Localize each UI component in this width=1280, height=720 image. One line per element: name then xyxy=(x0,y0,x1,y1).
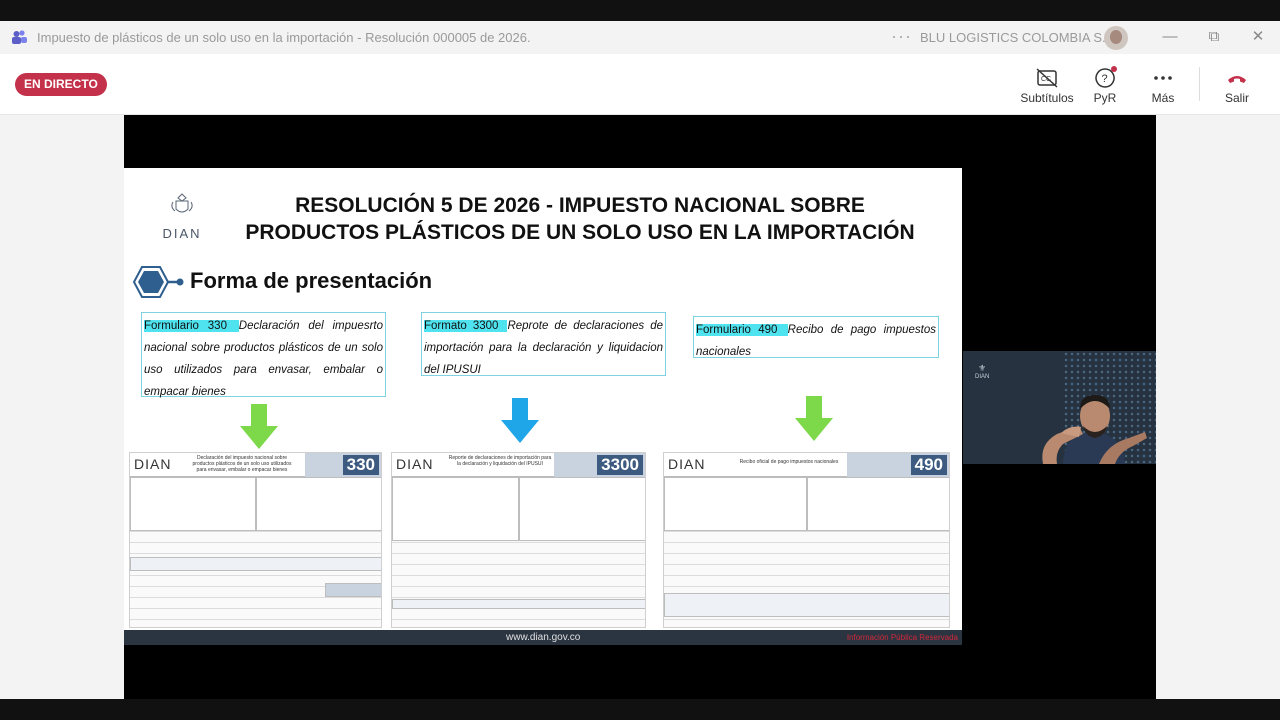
top-black-border xyxy=(0,0,1280,21)
restore-icon[interactable]: ⧉ xyxy=(1204,27,1224,47)
presentation-slide: DIAN RESOLUCIÓN 5 DE 2026 - IMPUESTO NAC… xyxy=(124,168,962,644)
meeting-toolbar: EN DIRECTO CC Subtítulos ? PyR Más Salir xyxy=(0,54,1280,115)
format-3300-title: Reporte de declaraciones de importación … xyxy=(448,455,552,467)
close-icon[interactable]: ✕ xyxy=(1248,27,1268,47)
format-3300-image: DIAN Reporte de declaraciones de importa… xyxy=(391,452,646,628)
bottom-black-border xyxy=(0,699,1280,720)
toolbar-divider xyxy=(1199,67,1200,101)
form-490-description: Formulario 490 Recibo de pago impuestos … xyxy=(693,316,939,358)
form-330-code: Formulario 330 xyxy=(144,320,239,332)
presenter-video: ⚜ DIAN xyxy=(963,351,1156,464)
teams-icon xyxy=(12,30,27,44)
organization-name: BLU LOGISTICS COLOMBIA S.A.S xyxy=(920,30,1127,45)
more-icon xyxy=(1154,76,1172,80)
more-button[interactable]: Más xyxy=(1148,65,1178,105)
arrow-down-icon xyxy=(501,398,539,443)
format-3300-description: Formato 3300 Reprote de declaraciones de… xyxy=(421,312,666,376)
svg-text:?: ? xyxy=(1102,73,1108,85)
more-label: Más xyxy=(1151,91,1175,105)
format-3300-number: 3300 xyxy=(597,455,643,475)
footer-classification: Información Pública Reservada xyxy=(846,633,958,642)
captions-off-icon: CC xyxy=(1036,68,1058,88)
coat-of-arms-icon xyxy=(171,193,193,213)
arrow-down-icon xyxy=(240,404,278,449)
leave-button[interactable]: Salir xyxy=(1222,65,1252,105)
camera-logo: ⚜ DIAN xyxy=(975,363,990,380)
form-330-title: Declaración del impuesto nacional sobre … xyxy=(192,455,292,473)
qa-button[interactable]: ? PyR xyxy=(1090,65,1120,105)
live-badge: EN DIRECTO xyxy=(15,73,107,96)
footer-url: www.dian.gov.co xyxy=(506,632,581,643)
form-490-title: Recibo oficial de pago impuestos naciona… xyxy=(739,459,839,465)
dian-logo: DIAN xyxy=(154,192,210,241)
dian-logo-text: DIAN xyxy=(162,226,202,241)
format-3300-code: Formato 3300 xyxy=(424,320,508,332)
window-title: Impuesto de plásticos de un solo uso en … xyxy=(37,30,531,45)
avatar[interactable] xyxy=(1104,26,1128,50)
qa-label: PyR xyxy=(1093,91,1117,105)
slide-title-line2: PRODUCTOS PLÁSTICOS DE UN SOLO USO EN LA… xyxy=(245,221,915,244)
qa-icon: ? xyxy=(1095,66,1117,88)
form-490-number: 490 xyxy=(910,455,947,475)
leave-label: Salir xyxy=(1224,91,1249,105)
form-330-dian: DIAN xyxy=(134,456,172,472)
more-options-icon[interactable]: ··· xyxy=(891,26,912,47)
captions-button[interactable]: CC Subtítulos xyxy=(1020,65,1074,105)
form-330-description: Formulario 330 Declaración del impuesrto… xyxy=(141,312,386,398)
slide-footer: www.dian.gov.co Información Pública Rese… xyxy=(124,630,962,645)
minimize-icon[interactable]: — xyxy=(1160,27,1180,47)
arrow-down-icon xyxy=(795,396,833,441)
slide-title: RESOLUCIÓN 5 DE 2026 - IMPUESTO NACIONAL… xyxy=(244,192,916,246)
form-490-dian: DIAN xyxy=(668,456,706,472)
slide-title-line1: RESOLUCIÓN 5 DE 2026 - IMPUESTO NACIONAL… xyxy=(295,194,865,217)
presenter-figure xyxy=(1042,395,1147,464)
form-330-image: DIAN Declaración del impuesto nacional s… xyxy=(129,452,382,628)
form-490-code: Formulario 490 xyxy=(696,324,788,336)
window-titlebar: Impuesto de plásticos de un solo uso en … xyxy=(0,21,1280,54)
section-heading: Forma de presentación xyxy=(190,268,433,293)
captions-label: Subtítulos xyxy=(1020,91,1074,105)
hexagon-bullet-icon xyxy=(133,266,184,298)
form-330-number: 330 xyxy=(342,455,379,475)
format-3300-dian: DIAN xyxy=(396,456,434,472)
hang-up-icon xyxy=(1228,76,1246,83)
camera-logo-text: DIAN xyxy=(975,374,990,380)
form-490-image: DIAN Recibo oficial de pago impuestos na… xyxy=(663,452,950,628)
